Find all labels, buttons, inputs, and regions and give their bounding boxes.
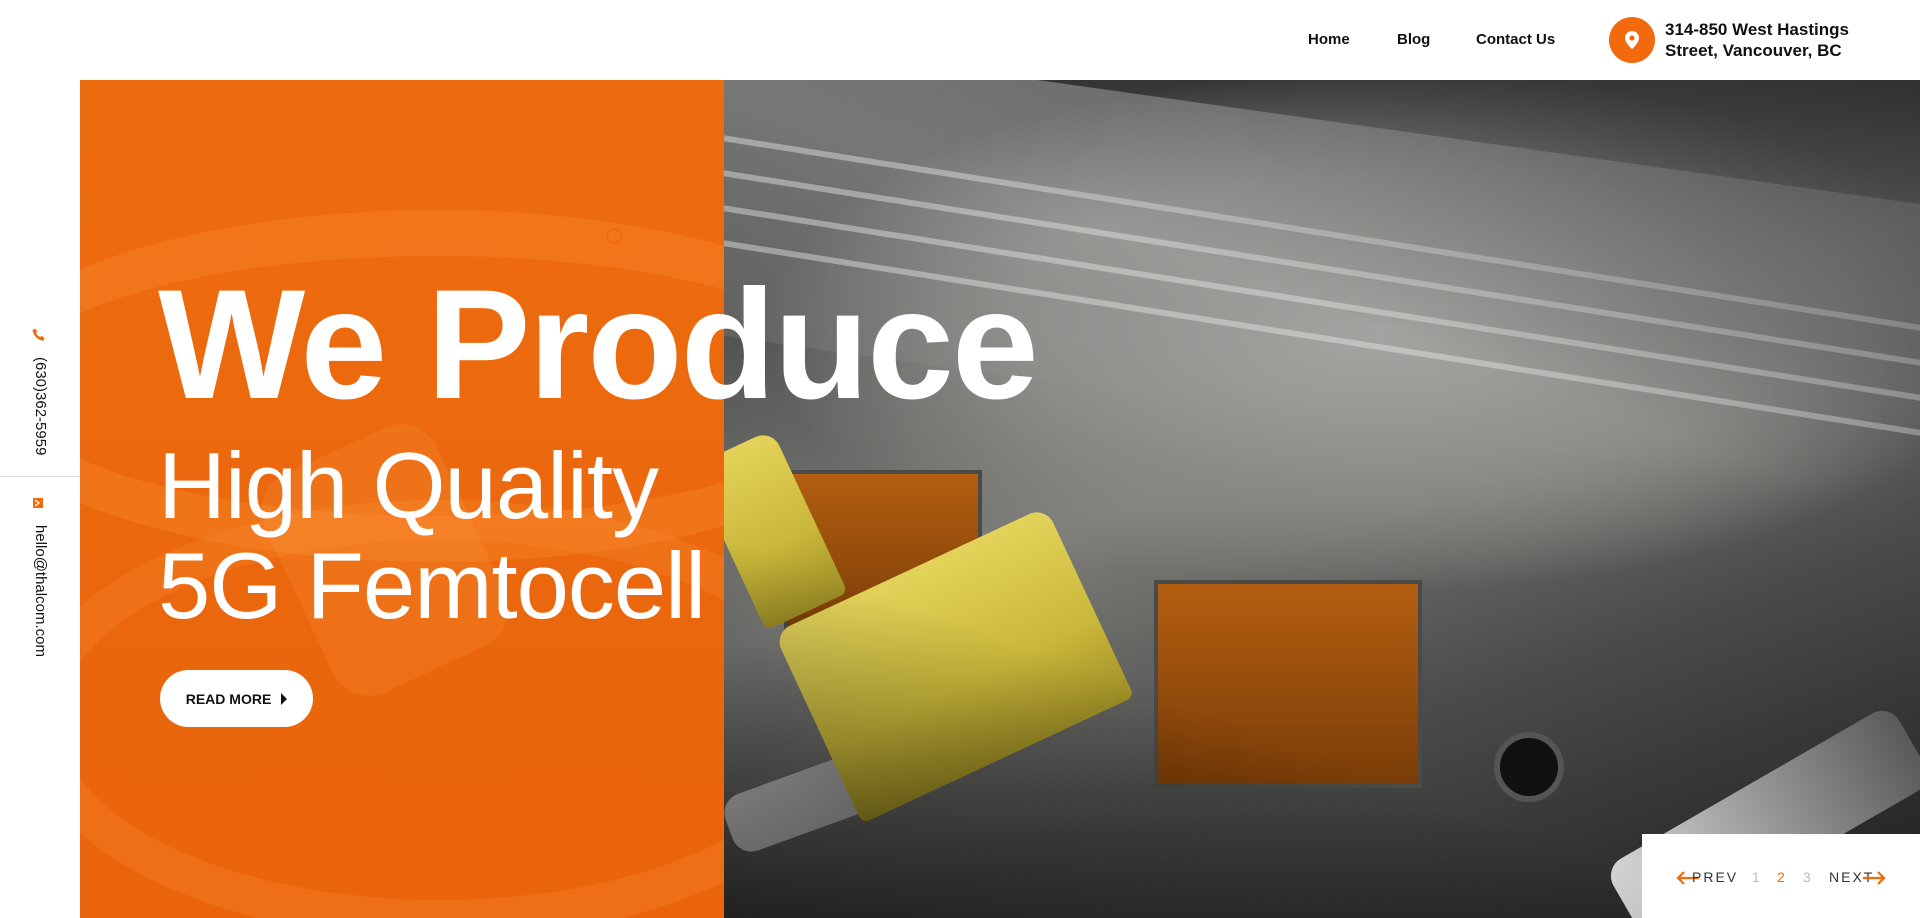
rail-divider — [0, 476, 80, 477]
page-2-button[interactable]: 2 — [1777, 869, 1785, 885]
phone-icon — [32, 328, 46, 342]
photo-shade — [724, 80, 1920, 918]
location-pin-icon — [1609, 17, 1655, 63]
hero-title: We Produce — [158, 258, 1039, 432]
arrow-right-icon[interactable] — [1862, 871, 1886, 885]
prev-button[interactable]: PREV — [1692, 869, 1738, 885]
router-photo — [690, 80, 1920, 918]
hero-subtitle-line-1: High Quality — [158, 433, 659, 538]
hero-subtitle: High Quality 5G Femtocell — [158, 433, 706, 638]
hero-slider: We Produce High Quality 5G Femtocell REA… — [80, 80, 1920, 918]
page-1-button[interactable]: 1 — [1752, 869, 1760, 885]
address-line-2: Street, Vancouver, BC — [1665, 41, 1842, 60]
caret-right-icon — [281, 692, 288, 705]
nav-link-blog[interactable]: Blog — [1397, 31, 1430, 48]
hero-subtitle-line-2: 5G Femtocell — [158, 533, 706, 638]
decorative-ring — [606, 228, 622, 244]
email-link[interactable]: hello@thalcom.com — [32, 525, 49, 657]
phone-link[interactable]: (630)362-5959 — [32, 357, 49, 455]
site-header: Home Blog Contact Us 314-850 West Hastin… — [0, 0, 1920, 80]
email-icon — [32, 496, 46, 510]
address-line-1: 314-850 West Hastings — [1665, 20, 1849, 39]
read-more-button[interactable]: READ MORE — [160, 670, 313, 727]
page-3-button[interactable]: 3 — [1803, 869, 1811, 885]
nav-link-home[interactable]: Home — [1308, 31, 1350, 48]
slider-pagination: PREV 1 2 3 NEXT — [1642, 834, 1920, 918]
read-more-label: READ MORE — [185, 690, 272, 707]
nav-link-contact-us[interactable]: Contact Us — [1476, 31, 1555, 48]
address-text: 314-850 West Hastings Street, Vancouver,… — [1665, 19, 1849, 61]
